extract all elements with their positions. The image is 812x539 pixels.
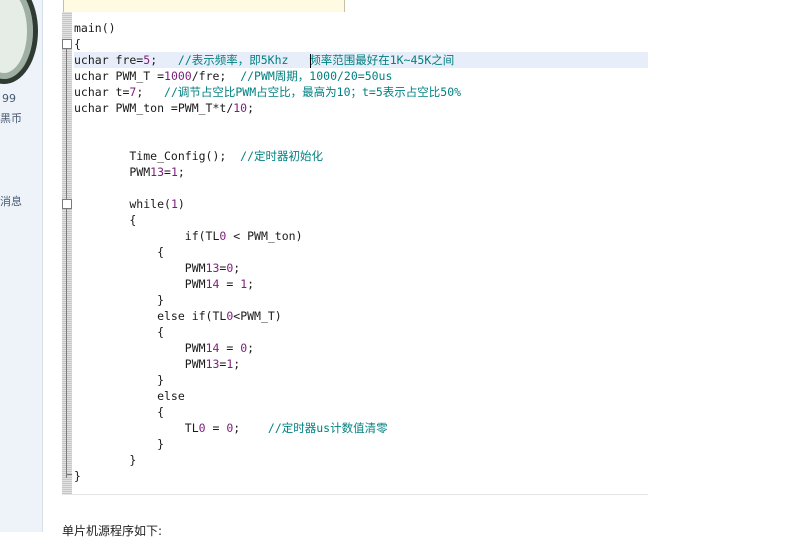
code-block-bottom-border [62,494,648,495]
fold-line [66,42,67,478]
code-line: PWM14 = 1; [74,277,255,291]
code-line: } [74,453,137,467]
avatar[interactable] [0,0,38,84]
code-line: main() [74,21,116,35]
code-line: PWM13=1; [74,357,241,371]
code-line: uchar PWM_ton =PWM_T*t/10; [74,101,255,115]
code-line: PWM13=0; [74,261,241,275]
code-line: else [74,389,185,403]
sidebar-messages-link[interactable]: 消息 [0,193,22,209]
code-block: main() { uchar fre=5; //表示频率，即5Khz 频率范围最好在… [62,12,648,494]
fold-gutter [62,12,72,494]
code-line: uchar fre=5; //表示频率，即5Khz 频率范围最好在1K~45K之… [74,53,455,67]
code-line: PWM13=1; [74,165,185,179]
code-line: } [74,469,81,483]
code-line: { [74,37,81,51]
left-sidebar: 99 黑币 消息 [0,0,43,532]
fold-toggle-icon[interactable] [62,39,72,49]
code-line: TL0 = 0; //定时器us计数值清零 [74,421,388,435]
code-line: uchar t=7; //调节占空比PWM占空比，最高为10；t=5表示占空比5… [74,85,462,99]
sidebar-count: 99 [2,92,16,105]
code-line: if(TL0 < PWM_ton) [74,229,303,243]
code-line: { [74,213,137,227]
text-cursor [310,54,311,68]
code-line: { [74,405,165,419]
code-lines[interactable]: main() { uchar fre=5; //表示频率，即5Khz 频率范围最好在… [74,20,461,484]
code-line: Time_Config(); //定时器初始化 [74,149,324,163]
code-line: uchar PWM_T =1000/fre; //PWM周期，1000/20=5… [74,69,393,83]
sidebar-coin-label: 黑币 [0,112,22,125]
fold-toggle-icon[interactable] [62,199,72,209]
code-line: while(1) [74,197,185,211]
fold-end-marker [66,474,72,475]
paragraph-text: 单片机源程序如下: [62,524,163,538]
code-line: PWM14 = 0; [74,341,255,355]
code-line: } [74,437,165,451]
code-line: } [74,373,165,387]
code-line: { [74,325,165,339]
code-line: else if(TL0<PWM_T) [74,309,282,323]
code-line: } [74,293,165,307]
code-line: { [74,245,165,259]
